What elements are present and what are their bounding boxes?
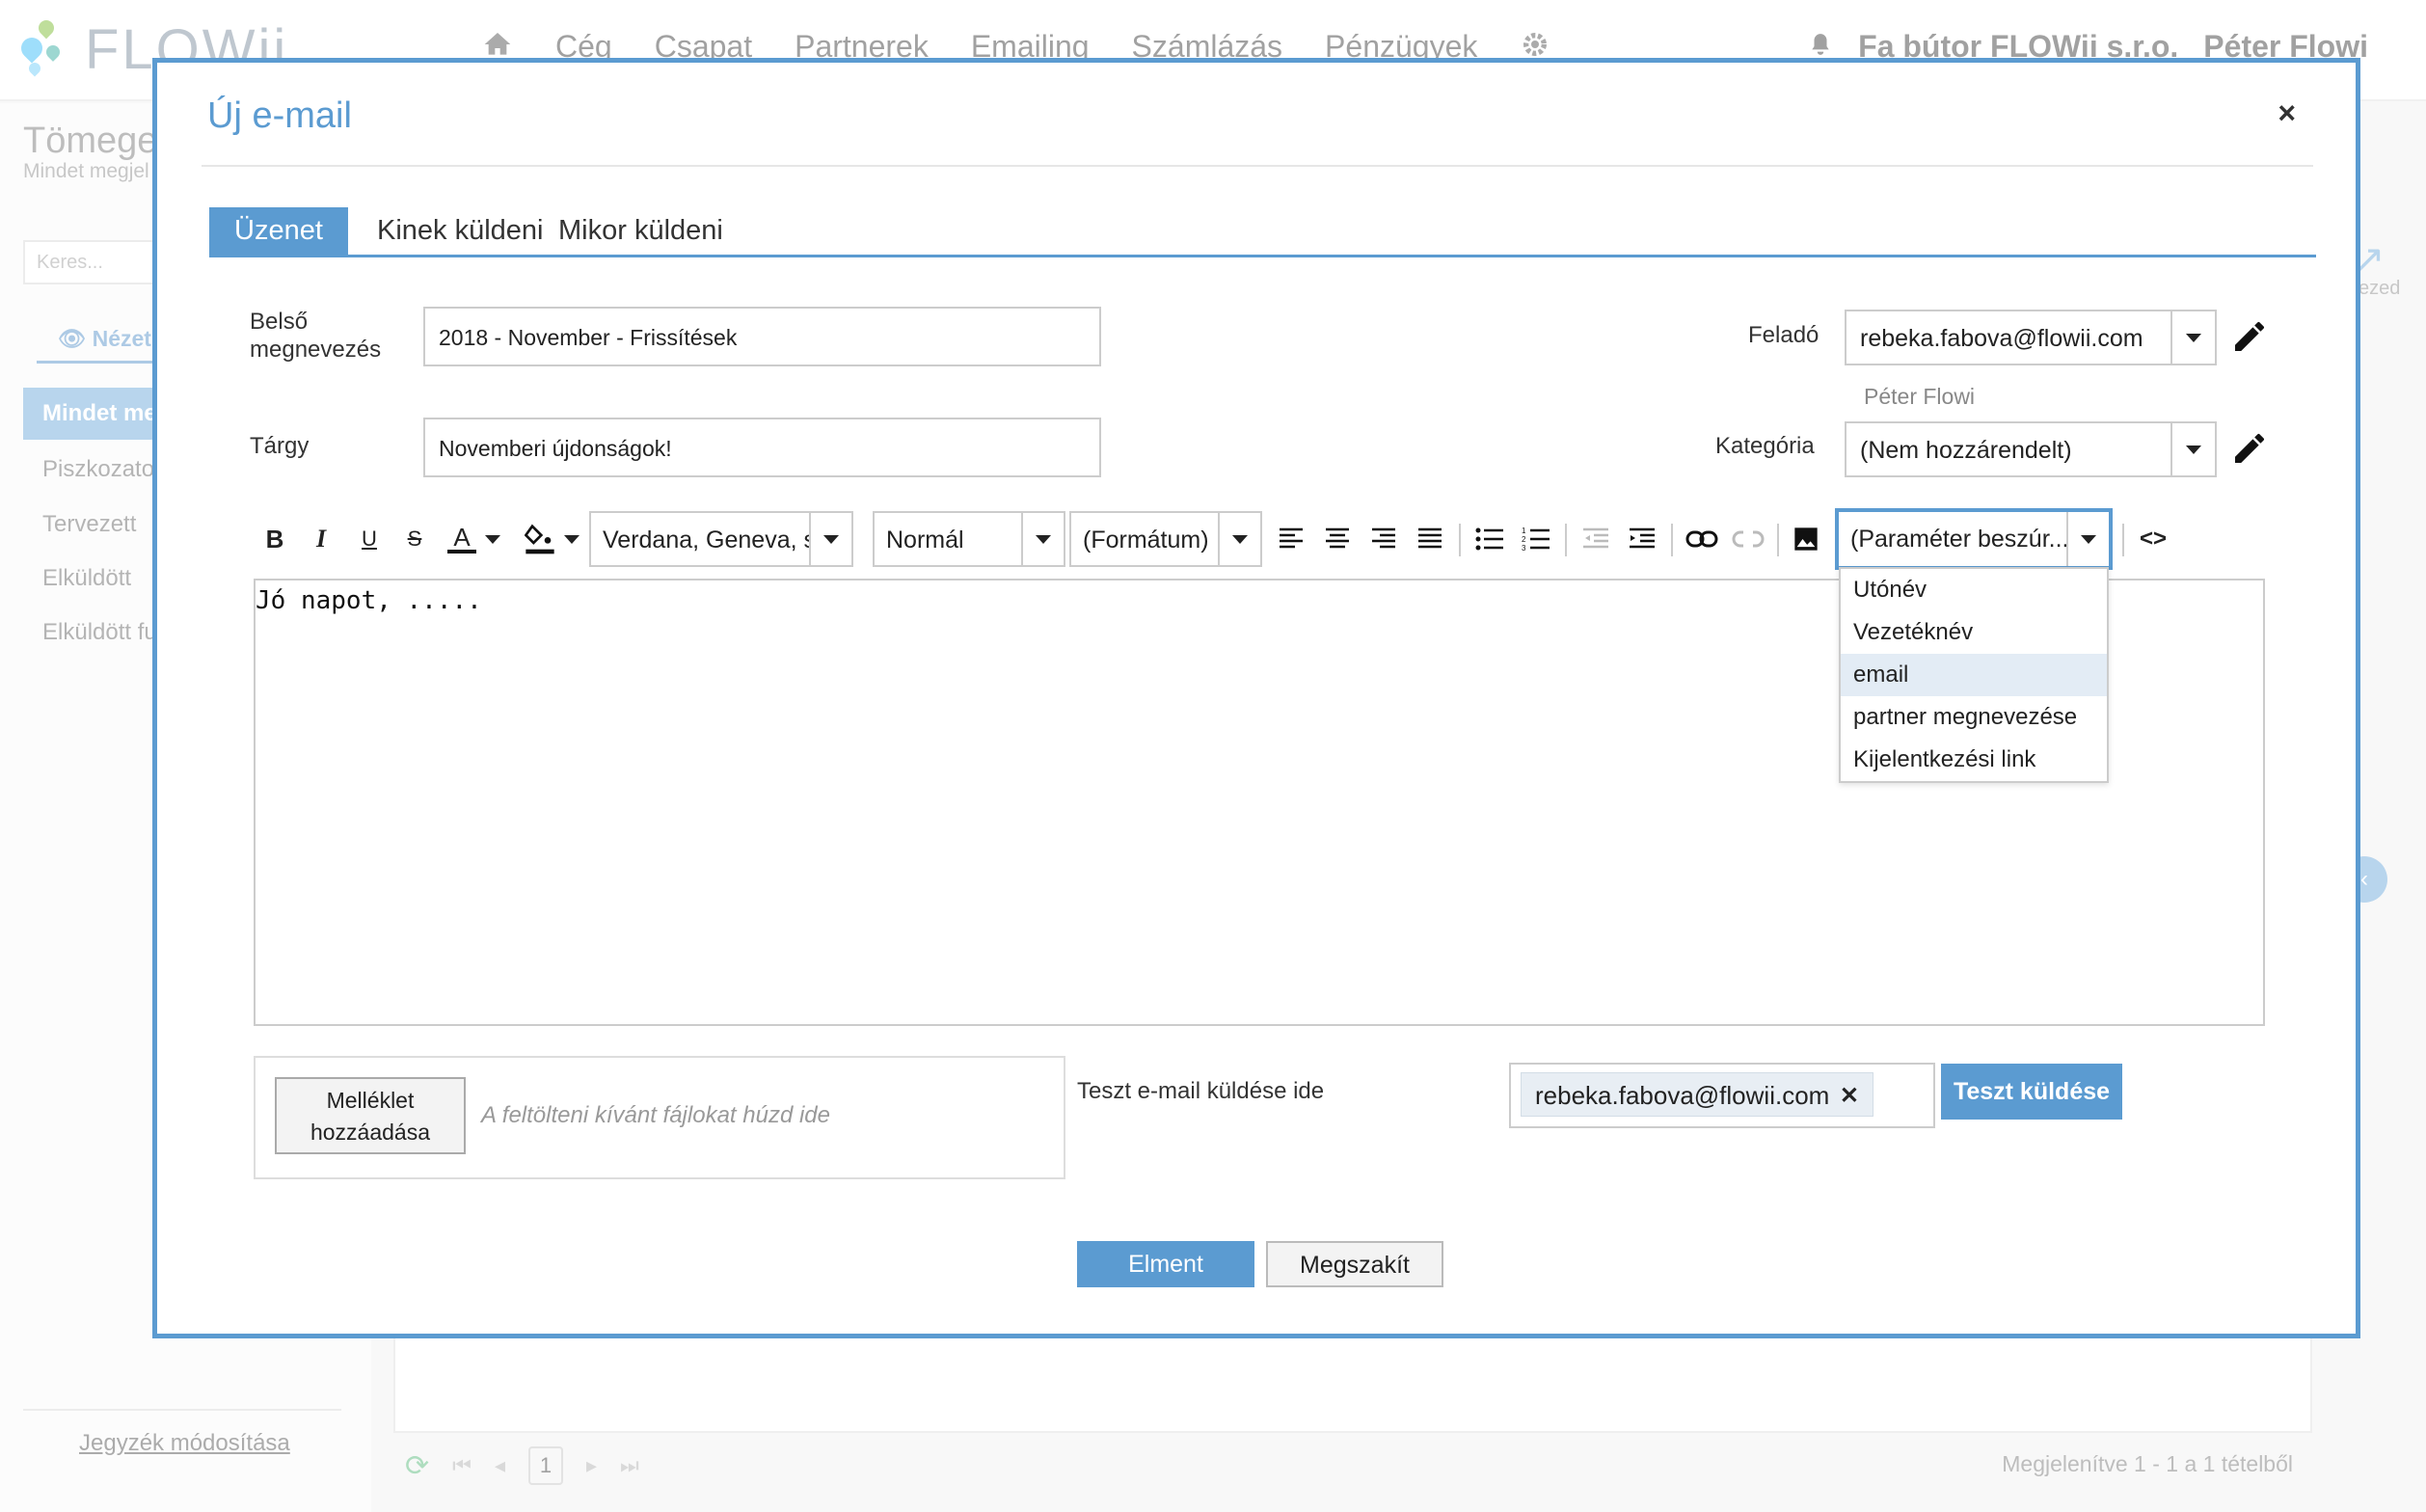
bold-button[interactable]: B: [258, 511, 291, 567]
fill-color-button[interactable]: [522, 511, 558, 567]
test-email-label: Teszt e-mail küldése ide: [1077, 1078, 1325, 1104]
internal-name-label-line1: Belső: [250, 309, 309, 335]
test-email-tag: rebeka.fabova@flowii.com ✕: [1521, 1072, 1873, 1117]
category-value: (Nem hozzárendelt): [1860, 437, 2072, 464]
font-size-select[interactable]: Normál: [873, 511, 1065, 567]
unlink-button[interactable]: [1727, 511, 1769, 567]
align-left-icon: [1280, 527, 1303, 549]
chevron-down-icon[interactable]: [1021, 513, 1064, 565]
format-select[interactable]: (Formátum): [1069, 511, 1262, 567]
subject-input[interactable]: Novemberi újdonságok!: [423, 418, 1101, 477]
svg-text:2: 2: [1522, 535, 1526, 544]
dialog-tabs: Üzenet Kinek küldeni Mikor küldeni: [209, 207, 2316, 257]
svg-text:3: 3: [1522, 544, 1526, 552]
parameter-dropdown-menu: Utónév Vezetéknév email partner megnevez…: [1839, 567, 2109, 783]
sender-display-name: Péter Flowi: [1864, 384, 1976, 409]
internal-name-label: Belső megnevezés: [250, 308, 381, 364]
align-center-icon: [1326, 527, 1349, 549]
save-button[interactable]: Elment: [1077, 1241, 1254, 1287]
link-icon: [1685, 530, 1718, 548]
dialog-title: Új e-mail: [207, 95, 352, 136]
editor-body-text[interactable]: Jó napot, .....: [256, 586, 482, 615]
tab-schedule[interactable]: Mikor küldeni: [558, 207, 723, 256]
subject-label: Tárgy: [250, 433, 310, 459]
send-test-button[interactable]: Teszt küldése: [1941, 1064, 2122, 1120]
test-email-input[interactable]: rebeka.fabova@flowii.com ✕: [1509, 1063, 1935, 1128]
indent-icon: [1630, 527, 1655, 549]
cancel-button[interactable]: Megszakít: [1266, 1241, 1443, 1287]
text-color-dropdown[interactable]: [483, 511, 502, 567]
strikethrough-button[interactable]: S: [398, 511, 431, 567]
align-right-icon: [1372, 527, 1395, 549]
add-attachment-label-line1: Melléklet: [326, 1088, 415, 1113]
align-left-button[interactable]: [1272, 511, 1310, 567]
text-color-button[interactable]: A: [445, 511, 479, 567]
unlink-icon: [1732, 530, 1765, 548]
toolbar-divider: [1565, 524, 1567, 556]
source-code-button[interactable]: <>: [2134, 511, 2172, 567]
edit-category-icon[interactable]: [2230, 429, 2269, 468]
outdent-icon: [1583, 527, 1608, 549]
font-family-select[interactable]: Verdana, Geneva, sans-serif: [589, 511, 853, 567]
param-option-last-name[interactable]: Vezetéknév: [1841, 611, 2107, 654]
param-option-email[interactable]: email: [1841, 654, 2107, 696]
outdent-button[interactable]: [1577, 511, 1615, 567]
format-value: (Formátum): [1083, 526, 1209, 554]
chevron-down-icon[interactable]: [809, 513, 851, 565]
bullet-list-icon: [1475, 527, 1503, 551]
svg-text:1: 1: [1522, 526, 1526, 535]
underline-button[interactable]: U: [353, 511, 386, 567]
param-option-partner-name[interactable]: partner megnevezése: [1841, 696, 2107, 739]
align-justify-icon: [1418, 527, 1442, 549]
insert-link-button[interactable]: [1681, 511, 1723, 567]
tab-recipients[interactable]: Kinek küldeni: [377, 207, 544, 256]
sender-select[interactable]: rebeka.fabova@flowii.com: [1845, 310, 2217, 365]
toolbar-divider: [2122, 524, 2124, 556]
toolbar-divider: [1459, 524, 1461, 556]
edit-sender-icon[interactable]: [2230, 317, 2269, 356]
bullet-list-button[interactable]: [1470, 511, 1509, 567]
test-email-tag-text: rebeka.fabova@flowii.com: [1535, 1081, 1830, 1110]
fill-color-dropdown[interactable]: [562, 511, 581, 567]
param-option-unsubscribe-link[interactable]: Kijelentkezési link: [1841, 739, 2107, 781]
align-justify-button[interactable]: [1411, 511, 1449, 567]
chevron-down-icon[interactable]: [2066, 512, 2109, 566]
align-right-button[interactable]: [1364, 511, 1403, 567]
sender-value: rebeka.fabova@flowii.com: [1860, 325, 2143, 352]
remove-tag-icon[interactable]: ✕: [1840, 1082, 1859, 1110]
internal-name-label-line2: megnevezés: [250, 337, 382, 363]
close-icon[interactable]: ×: [2278, 95, 2296, 131]
numbered-list-icon: 123: [1522, 526, 1550, 552]
image-icon: [1794, 527, 1818, 551]
new-email-dialog: Új e-mail × Üzenet Kinek küldeni Mikor k…: [152, 58, 2360, 1338]
tab-message[interactable]: Üzenet: [209, 207, 348, 256]
chevron-down-icon[interactable]: [2170, 423, 2215, 475]
insert-image-button[interactable]: [1787, 511, 1825, 567]
param-option-first-name[interactable]: Utónév: [1841, 569, 2107, 611]
add-attachment-label-line2: hozzáadása: [310, 1120, 431, 1145]
italic-button[interactable]: I: [305, 511, 337, 567]
indent-button[interactable]: [1623, 511, 1661, 567]
paint-bucket-icon: [525, 524, 554, 554]
numbered-list-button[interactable]: 123: [1517, 511, 1555, 567]
internal-name-input[interactable]: 2018 - November - Frissítések: [423, 307, 1101, 366]
title-divider: [202, 165, 2313, 167]
category-label: Kategória: [1715, 433, 1815, 459]
chevron-down-icon[interactable]: [2170, 311, 2215, 364]
category-select[interactable]: (Nem hozzárendelt): [1845, 421, 2217, 477]
chevron-down-icon[interactable]: [1218, 513, 1260, 565]
toolbar-divider: [1671, 524, 1673, 556]
toolbar-divider: [1777, 524, 1779, 556]
dropzone-hint: A feltölteni kívánt fájlokat húzd ide: [481, 1102, 830, 1128]
attachment-dropzone[interactable]: Melléklet hozzáadása A feltölteni kívánt…: [254, 1056, 1065, 1179]
insert-parameter-value: (Paraméter beszúr...: [1850, 526, 2069, 553]
code-icon: <>: [2139, 526, 2168, 552]
font-size-value: Normál: [886, 526, 964, 554]
add-attachment-button[interactable]: Melléklet hozzáadása: [275, 1077, 466, 1154]
sender-label: Feladó: [1748, 322, 1820, 348]
insert-parameter-select[interactable]: (Paraméter beszúr...: [1835, 508, 2113, 570]
align-center-button[interactable]: [1318, 511, 1357, 567]
